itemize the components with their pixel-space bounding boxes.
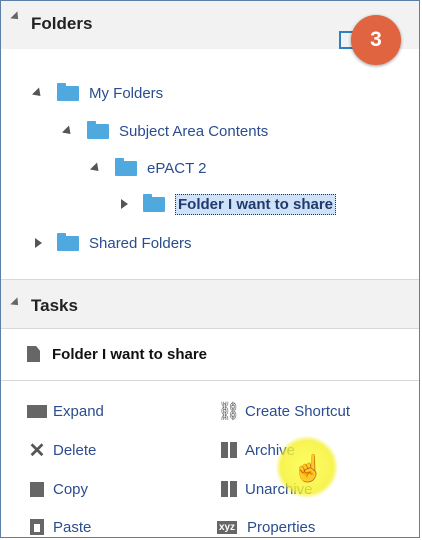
delete-action[interactable]: ✕ Delete: [27, 437, 97, 463]
tree-item-epact-2[interactable]: ePACT 2: [89, 155, 206, 181]
tree-item-shared-folders[interactable]: Shared Folders: [31, 230, 192, 256]
action-label: Properties: [247, 518, 316, 536]
document-icon: [27, 346, 40, 362]
archive-icon: [219, 441, 239, 459]
action-label: Copy: [53, 480, 89, 498]
tree-item-label-selected: Folder I want to share: [175, 193, 337, 215]
link-icon: ⛓: [217, 400, 241, 421]
tasks-title: Tasks: [31, 296, 78, 315]
hand-pointer-icon: ☝: [292, 453, 325, 483]
tasks-context-row: Folder I want to share: [1, 328, 419, 381]
tree-item-folder-i-want-to-share[interactable]: Folder I want to share: [117, 191, 337, 217]
folder-icon: [87, 120, 109, 139]
paste-action[interactable]: Paste: [27, 514, 92, 537]
step-badge: 3: [351, 15, 401, 65]
expand-toggle-icon[interactable]: [61, 124, 75, 138]
copy-icon: [27, 480, 47, 498]
tree-item-label: Subject Area Contents: [119, 122, 269, 140]
folders-title: Folders: [31, 14, 93, 33]
collapse-triangle-icon[interactable]: [10, 11, 22, 23]
action-label: Expand: [53, 402, 104, 420]
collapse-triangle-icon[interactable]: [10, 297, 22, 309]
xyz-properties-icon: xyz: [216, 520, 238, 534]
tasks-header[interactable]: Tasks: [1, 279, 419, 329]
expand-action[interactable]: Expand: [27, 398, 104, 424]
unarchive-icon: [219, 480, 239, 498]
folder-icon: [57, 82, 79, 101]
paste-icon: [27, 518, 47, 536]
properties-action[interactable]: xyz Properties: [213, 514, 316, 537]
tree-item-my-folders[interactable]: My Folders: [31, 80, 163, 106]
action-label: Delete: [53, 441, 97, 459]
action-label: Paste: [53, 518, 92, 536]
tree-item-label: ePACT 2: [147, 159, 207, 177]
tree-item-subject-area-contents[interactable]: Subject Area Contents: [61, 118, 268, 144]
expand-toggle-icon[interactable]: [31, 236, 45, 250]
expand-toggle-icon[interactable]: [89, 161, 103, 175]
expand-toggle-icon[interactable]: [31, 86, 45, 100]
folder-icon: [57, 232, 79, 251]
tree-item-label: Shared Folders: [89, 234, 192, 252]
tasks-context-label: Folder I want to share: [52, 345, 208, 363]
action-label: Create Shortcut: [245, 402, 351, 420]
folder-icon: [115, 157, 137, 176]
copy-action[interactable]: Copy: [27, 476, 88, 502]
expand-toggle-icon[interactable]: [117, 197, 131, 211]
folder-icon: [143, 193, 165, 212]
folder-open-icon: [27, 402, 47, 420]
tree-item-label: My Folders: [89, 84, 164, 102]
catalog-panel: Folders 3 My Folders Subject Area Conten…: [0, 0, 420, 538]
create-shortcut-action[interactable]: ⛓ Create Shortcut: [217, 398, 351, 424]
delete-x-icon: ✕: [28, 439, 46, 462]
